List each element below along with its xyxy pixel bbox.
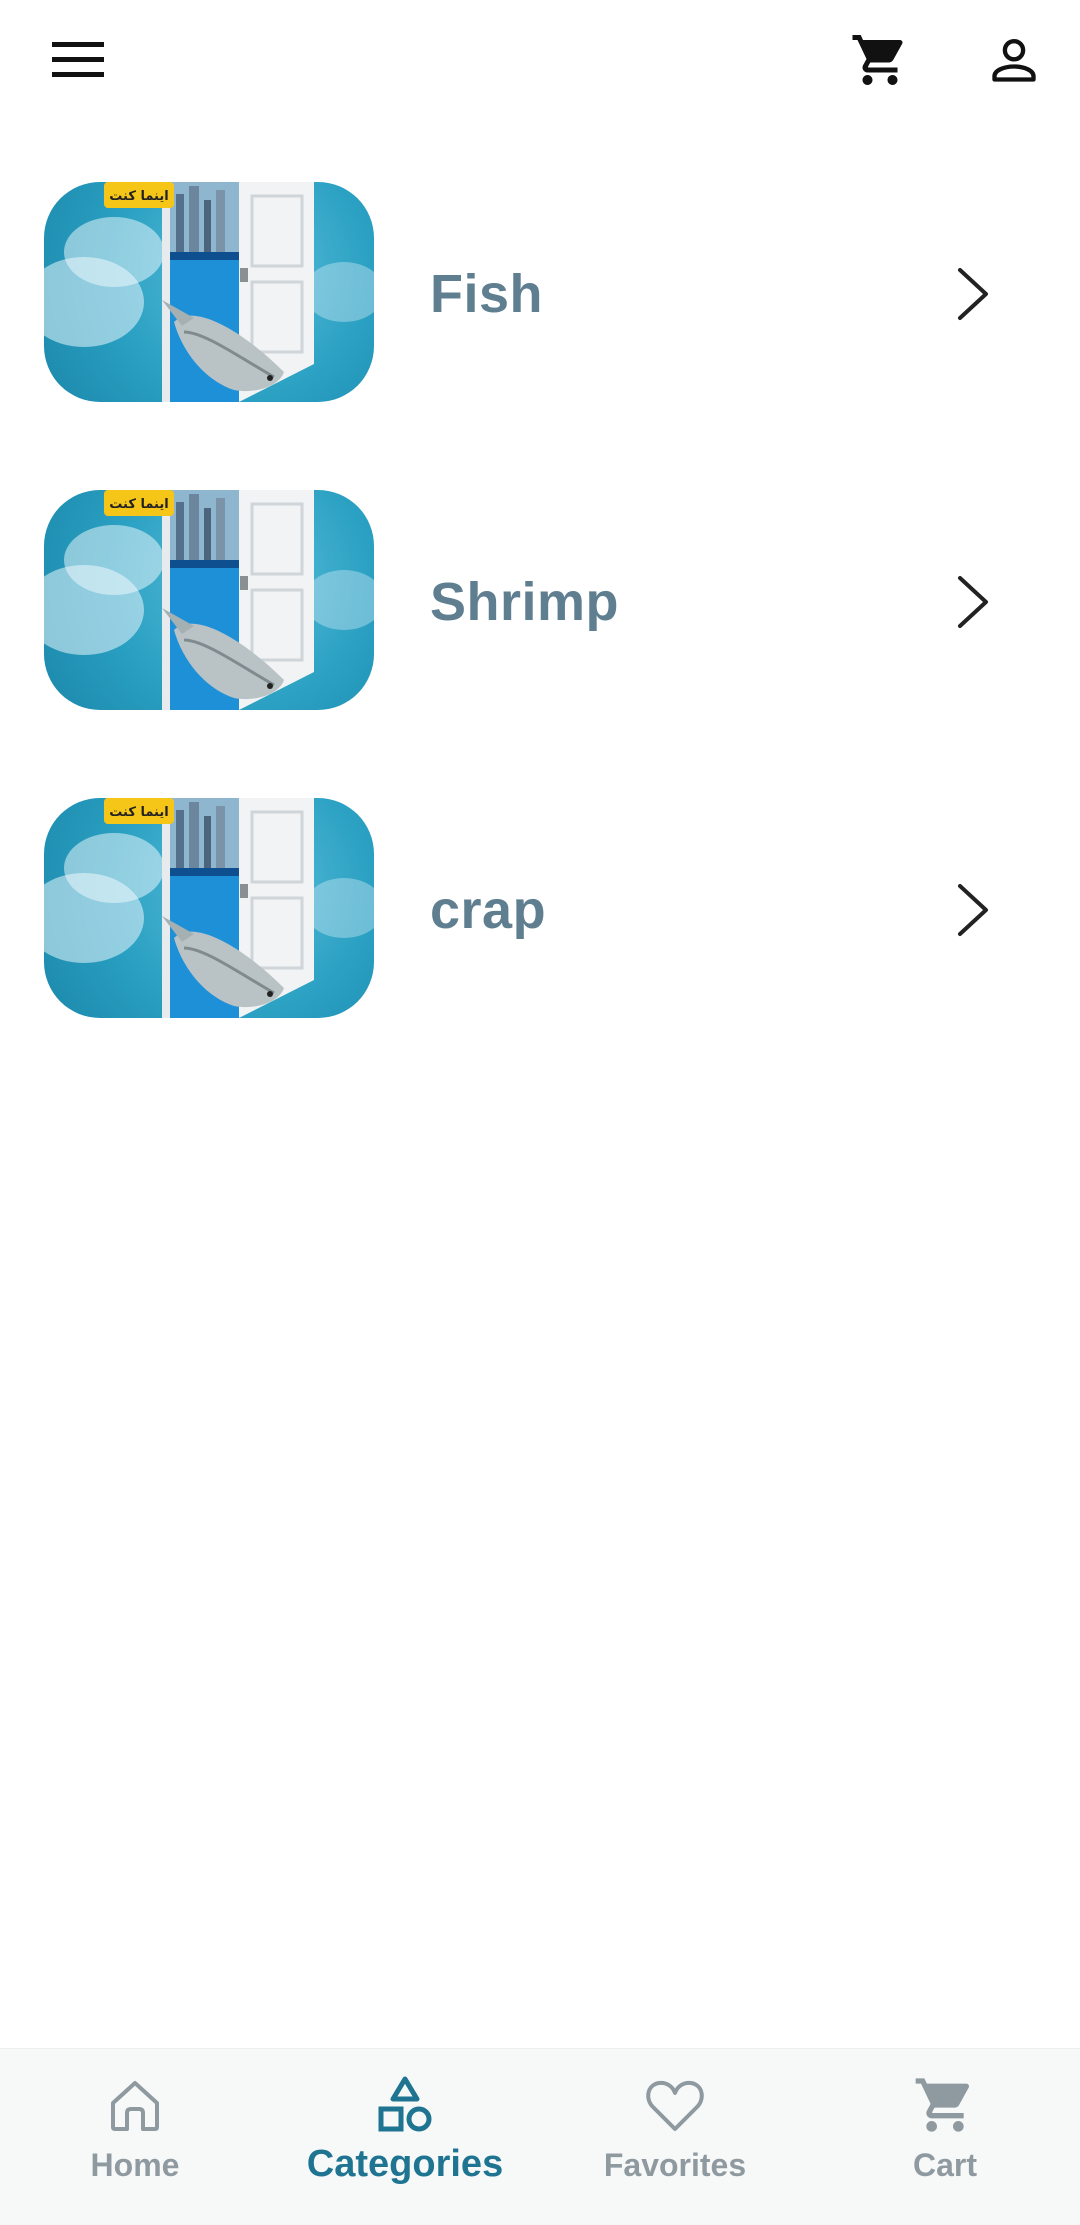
chevron-right-icon[interactable] [950, 264, 994, 324]
category-row-crap[interactable]: اینما کنت crap [0, 784, 1080, 1092]
category-image: اینما کنت [44, 490, 374, 710]
nav-categories-label: Categories [306, 2143, 504, 2185]
chevron-right-icon[interactable] [950, 572, 994, 632]
chevron-right-icon[interactable] [950, 880, 994, 940]
bottom-navigation: Home Categories Favorites Cart [0, 2048, 1080, 2225]
profile-button[interactable] [972, 22, 1056, 98]
shopping-cart-icon [915, 2078, 970, 2132]
nav-categories[interactable]: Categories [270, 2049, 540, 2225]
heart-icon [646, 2080, 704, 2131]
category-image-badge: اینما کنت [109, 805, 168, 820]
category-row-shrimp[interactable]: اینما کنت Shrimp [0, 476, 1080, 784]
cart-button[interactable] [838, 22, 922, 98]
shopping-cart-icon [852, 35, 903, 85]
category-name: crap [430, 880, 547, 940]
category-name: Fish [430, 264, 544, 324]
user-profile-icon [992, 38, 1036, 82]
category-image: اینما کنت [44, 182, 374, 402]
category-list: اینما کنت Fish اینما کنت Shrimp اینما کن… [0, 168, 1080, 1092]
category-row-fish[interactable]: اینما کنت Fish [0, 168, 1080, 476]
nav-home-label: Home [90, 2147, 180, 2183]
nav-favorites-label: Favorites [603, 2147, 747, 2183]
menu-button[interactable] [38, 28, 118, 92]
nav-cart-label: Cart [912, 2147, 977, 2183]
hamburger-menu-icon [52, 42, 104, 77]
category-image-badge: اینما کنت [109, 497, 168, 512]
category-image: اینما کنت [44, 798, 374, 1018]
nav-cart[interactable]: Cart [810, 2049, 1080, 2225]
category-name: Shrimp [430, 572, 620, 632]
shapes-icon [378, 2076, 432, 2132]
nav-favorites[interactable]: Favorites [540, 2049, 810, 2225]
home-icon [111, 2081, 159, 2131]
nav-home[interactable]: Home [0, 2049, 270, 2225]
top-app-bar [0, 0, 1080, 120]
category-image-badge: اینما کنت [109, 189, 168, 204]
